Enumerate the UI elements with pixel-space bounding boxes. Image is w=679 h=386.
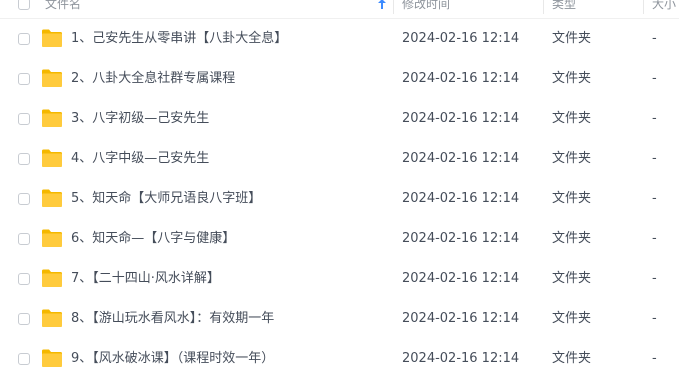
column-divider[interactable] [643,0,644,14]
file-size: - [652,151,657,166]
file-name[interactable]: 7、【二十四山·风水详解】 [71,259,220,299]
file-type: 文件夹 [552,191,592,206]
row-checkbox[interactable] [18,313,30,325]
row-checkbox[interactable] [18,33,30,45]
file-row[interactable]: 8、【游山玩水看风水】：有效期一年 2024-02-16 12:14 文件夹 - [0,299,679,339]
file-type: 文件夹 [552,231,592,246]
file-name[interactable]: 1、己安先生从零串讲【八卦大全息】 [71,19,287,59]
modified-time: 2024-02-16 12:14 [402,31,520,46]
file-row[interactable]: 9、【风水破冰课】（课程时效一年） 2024-02-16 12:14 文件夹 - [0,339,679,379]
file-name[interactable]: 3、八字初级—己安先生 [71,99,209,139]
file-row[interactable]: 2、八卦大全息社群专属课程 2024-02-16 12:14 文件夹 - [0,59,679,99]
file-name[interactable]: 9、【风水破冰课】（课程时效一年） [71,339,274,379]
folder-icon [41,28,63,48]
file-row[interactable]: 1、己安先生从零串讲【八卦大全息】 2024-02-16 12:14 文件夹 - [0,19,679,59]
row-checkbox[interactable] [18,193,30,205]
row-checkbox[interactable] [18,153,30,165]
column-header-size[interactable]: 大小 [652,0,676,18]
file-size: - [652,311,657,326]
modified-time: 2024-02-16 12:14 [402,191,520,206]
file-row[interactable]: 6、知天命—【八字与健康】 2024-02-16 12:14 文件夹 - [0,219,679,259]
arrow-up-icon[interactable] [378,0,386,18]
row-checkbox[interactable] [18,273,30,285]
folder-icon [41,308,63,328]
row-checkbox[interactable] [18,353,30,365]
column-header-name[interactable]: 文件名 [45,0,81,18]
file-name[interactable]: 5、知天命【大师兄语良八字班】 [71,179,261,219]
column-divider[interactable] [543,0,544,14]
row-checkbox[interactable] [18,233,30,245]
file-list-header: 文件名 修改时间 类型 大小 [0,0,679,19]
file-type: 文件夹 [552,311,592,326]
folder-icon [41,268,63,288]
modified-time: 2024-02-16 12:14 [402,111,520,126]
file-type: 文件夹 [552,271,592,286]
file-size: - [652,351,657,366]
file-type: 文件夹 [552,151,592,166]
file-name[interactable]: 6、知天命—【八字与健康】 [71,219,235,259]
file-type: 文件夹 [552,71,592,86]
folder-icon [41,108,63,128]
folder-icon [41,228,63,248]
folder-icon [41,348,63,368]
modified-time: 2024-02-16 12:14 [402,231,520,246]
row-checkbox[interactable] [18,113,30,125]
file-row[interactable]: 4、八字中级—己安先生 2024-02-16 12:14 文件夹 - [0,139,679,179]
modified-time: 2024-02-16 12:14 [402,151,520,166]
file-size: - [652,191,657,206]
file-name[interactable]: 2、八卦大全息社群专属课程 [71,59,235,99]
column-header-type[interactable]: 类型 [552,0,576,18]
modified-time: 2024-02-16 12:14 [402,271,520,286]
modified-time: 2024-02-16 12:14 [402,351,520,366]
file-row[interactable]: 7、【二十四山·风水详解】 2024-02-16 12:14 文件夹 - [0,259,679,299]
file-type: 文件夹 [552,351,592,366]
column-header-time[interactable]: 修改时间 [402,0,450,18]
folder-icon [41,68,63,88]
file-row[interactable]: 5、知天命【大师兄语良八字班】 2024-02-16 12:14 文件夹 - [0,179,679,219]
file-size: - [652,71,657,86]
file-type: 文件夹 [552,31,592,46]
select-all-checkbox[interactable] [18,0,30,10]
modified-time: 2024-02-16 12:14 [402,311,520,326]
row-checkbox[interactable] [18,73,30,85]
file-row[interactable]: 3、八字初级—己安先生 2024-02-16 12:14 文件夹 - [0,99,679,139]
file-type: 文件夹 [552,111,592,126]
file-size: - [652,231,657,246]
file-name[interactable]: 4、八字中级—己安先生 [71,139,209,179]
modified-time: 2024-02-16 12:14 [402,71,520,86]
file-size: - [652,31,657,46]
file-name[interactable]: 8、【游山玩水看风水】：有效期一年 [71,299,274,339]
file-size: - [652,111,657,126]
file-size: - [652,271,657,286]
column-divider[interactable] [393,0,394,14]
folder-icon [41,188,63,208]
folder-icon [41,148,63,168]
